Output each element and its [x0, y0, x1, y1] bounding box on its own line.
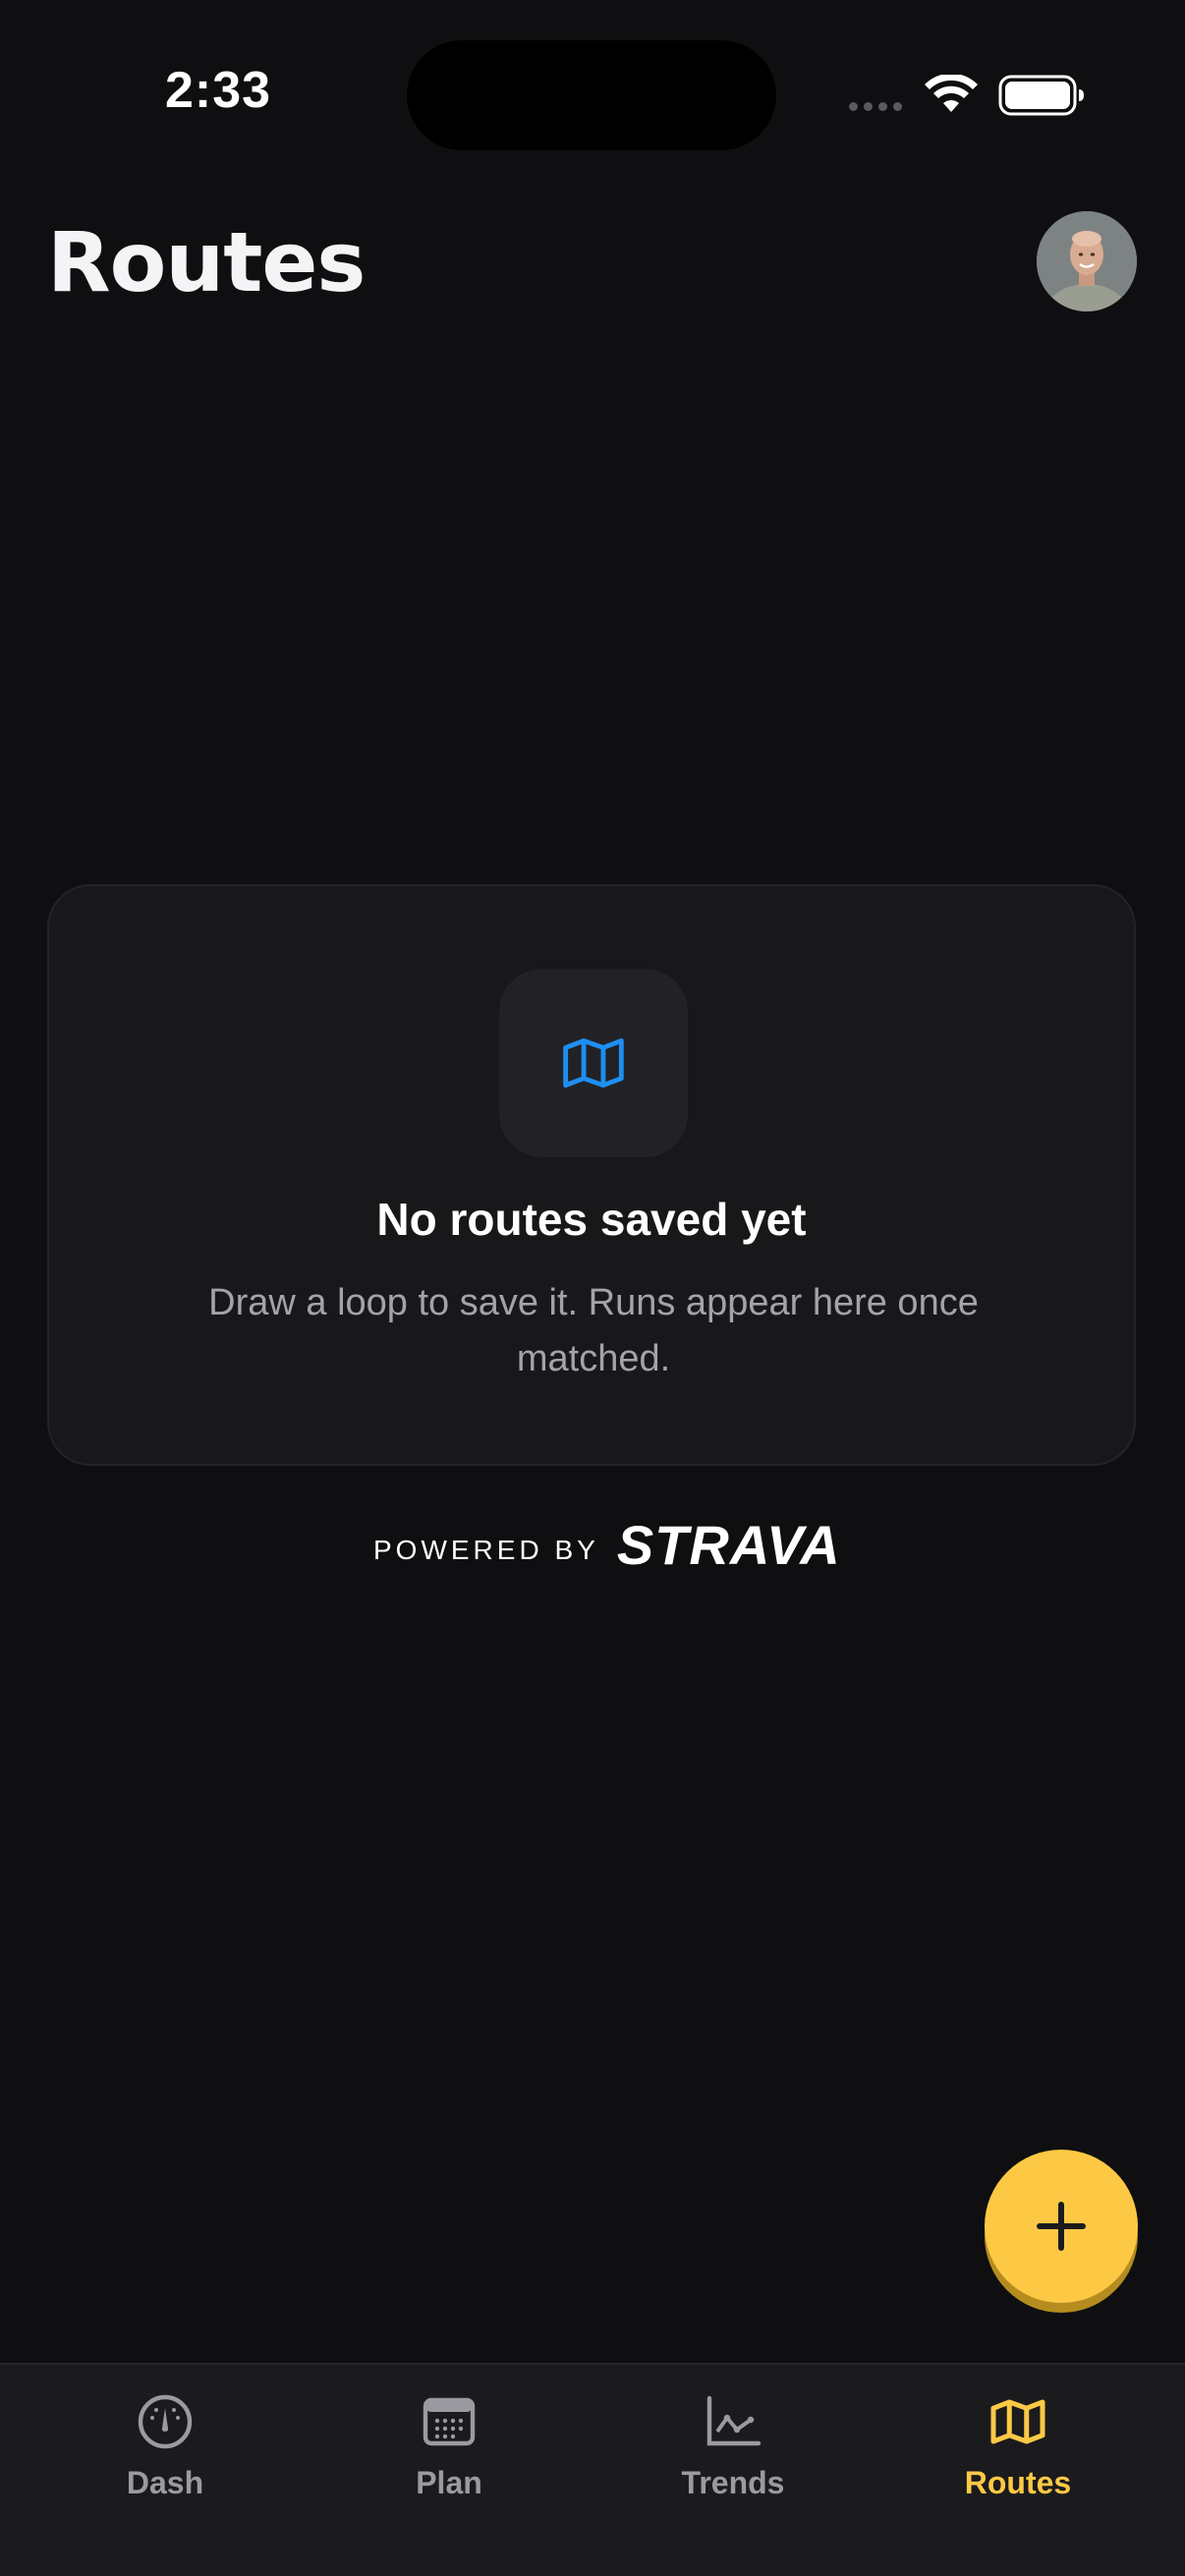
tab-routes[interactable]: Routes	[920, 2392, 1116, 2530]
user-avatar-icon	[1037, 211, 1137, 311]
empty-state-title: No routes saved yet	[376, 1194, 807, 1245]
dynamic-island	[407, 40, 776, 150]
tab-label-routes: Routes	[964, 2465, 1072, 2500]
tab-trends[interactable]: Trends	[635, 2392, 831, 2530]
line-chart-icon	[706, 2395, 762, 2446]
gauge-icon	[138, 2394, 193, 2449]
add-route-button[interactable]	[985, 2150, 1138, 2303]
map-icon	[563, 1037, 624, 1089]
plus-icon	[1037, 2202, 1086, 2251]
empty-state-card: No routes saved yet Draw a loop to save …	[47, 884, 1136, 1466]
map-icon	[990, 2399, 1045, 2444]
page-title: Routes	[47, 214, 366, 310]
calendar-icon	[423, 2397, 476, 2446]
strava-attribution: POWERED BY STRAVA	[373, 1514, 841, 1576]
tab-bar: Dash Plan Trends Routes	[0, 2363, 1185, 2576]
empty-state-description: Draw a loop to save it. Runs appear here…	[208, 1282, 979, 1379]
status-time: 2:33	[165, 62, 272, 119]
wifi-icon	[925, 75, 978, 112]
strava-logo: STRAVA	[616, 1514, 841, 1576]
battery-icon	[998, 75, 1084, 116]
tab-dash[interactable]: Dash	[67, 2392, 263, 2530]
profile-avatar[interactable]	[1037, 211, 1137, 311]
tab-plan[interactable]: Plan	[351, 2392, 547, 2530]
tab-label-plan: Plan	[416, 2465, 482, 2500]
empty-state-icon-box	[499, 969, 688, 1157]
powered-by-label: POWERED BY	[373, 1535, 599, 1565]
tab-label-trends: Trends	[681, 2465, 785, 2500]
cellular-signal-icon	[849, 102, 902, 111]
tab-label-dash: Dash	[126, 2465, 204, 2500]
